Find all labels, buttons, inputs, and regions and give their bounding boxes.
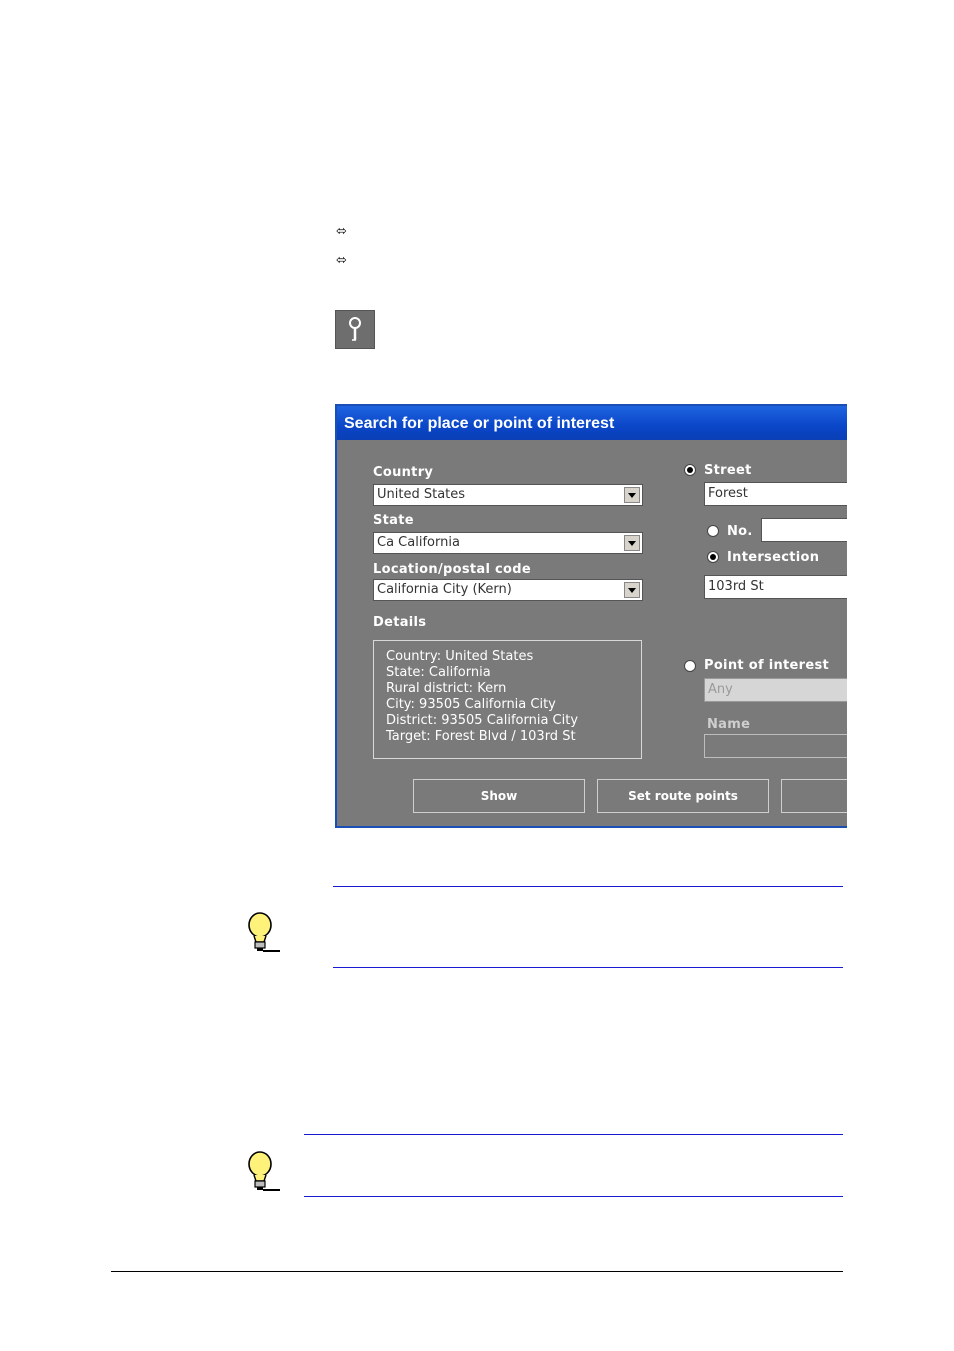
chevron-down-icon[interactable]	[624, 487, 640, 503]
details-box: Country: United States State: California…	[373, 640, 642, 759]
tip-rule-bottom	[333, 967, 843, 968]
intersection-radio[interactable]	[707, 551, 719, 563]
details-line: State: California	[386, 665, 491, 680]
location-select[interactable]: California City (Kern)	[373, 579, 643, 601]
details-line: Rural district: Kern	[386, 681, 507, 696]
footer-rule	[111, 1271, 843, 1272]
state-select[interactable]: Ca California	[373, 532, 643, 554]
show-button[interactable]: Show	[413, 779, 585, 813]
details-line: Target: Forest Blvd / 103rd St	[386, 729, 576, 744]
country-value: United States	[377, 487, 466, 502]
details-line: District: 93505 California City	[386, 713, 579, 728]
state-value: Ca California	[377, 535, 460, 550]
details-line: City: 93505 California City	[386, 697, 556, 712]
bullet-arrow-2: ⬄	[336, 253, 347, 268]
location-label: Location/postal code	[373, 562, 532, 577]
lightbulb-icon	[244, 1149, 282, 1193]
dialog-title: Search for place or point of interest	[337, 406, 847, 440]
details-line: Country: United States	[386, 649, 534, 664]
intersection-label: Intersection	[727, 550, 820, 565]
set-route-points-button[interactable]: Set route points	[597, 779, 769, 813]
name-label: Name	[707, 717, 751, 732]
location-value: California City (Kern)	[377, 582, 512, 597]
state-label: State	[373, 513, 414, 528]
magnifier-icon	[349, 317, 361, 341]
number-radio[interactable]	[707, 525, 719, 537]
street-radio[interactable]	[684, 464, 696, 476]
lightbulb-icon	[244, 910, 282, 954]
search-button-icon	[335, 310, 375, 349]
country-label: Country	[373, 465, 434, 480]
bullet-arrow-1: ⬄	[336, 224, 347, 239]
tip-rule-bottom	[304, 1196, 843, 1197]
details-label: Details	[373, 615, 427, 630]
name-input[interactable]	[704, 734, 847, 758]
country-select[interactable]: United States	[373, 484, 643, 506]
number-input[interactable]	[761, 518, 847, 542]
chevron-down-icon[interactable]	[624, 582, 640, 598]
intersection-input[interactable]: 103rd St	[704, 575, 847, 599]
poi-radio[interactable]	[684, 660, 696, 672]
poi-select[interactable]: Any	[704, 678, 847, 702]
street-input[interactable]: Forest	[704, 482, 847, 506]
number-label: No.	[727, 524, 753, 539]
chevron-down-icon[interactable]	[624, 535, 640, 551]
tip-rule-top	[333, 886, 843, 887]
third-button[interactable]	[781, 779, 847, 813]
search-dialog: Search for place or point of interest Co…	[335, 404, 847, 828]
street-label: Street	[704, 463, 752, 478]
tip-rule-top	[304, 1134, 843, 1135]
poi-label: Point of interest	[704, 658, 830, 673]
